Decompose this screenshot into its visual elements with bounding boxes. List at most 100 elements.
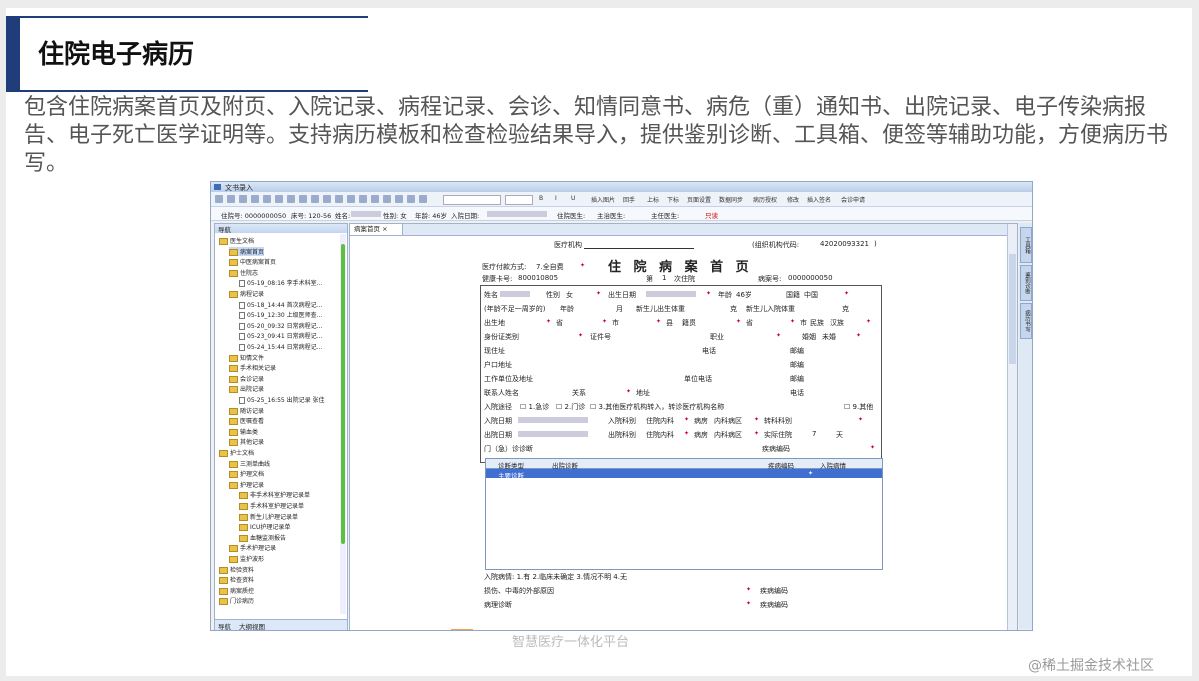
tree-item[interactable]: 病程记录 [229, 289, 264, 298]
age-value[interactable]: 46岁 [736, 290, 752, 300]
tree-item[interactable]: 三测单曲线 [229, 459, 270, 468]
marriage-value[interactable]: 未婚 [822, 332, 836, 342]
tree-item[interactable]: 其他记录 [229, 437, 264, 447]
discharge-dept[interactable]: 住院内科 [646, 430, 674, 440]
lock-icon[interactable] [347, 195, 355, 203]
tree-item[interactable]: 05-20_09:32 日常病程记... [239, 321, 322, 330]
delete-icon[interactable] [251, 195, 259, 203]
tree-item[interactable]: 手术相关记录 [229, 363, 276, 373]
case-no[interactable]: 0000000050 [788, 274, 833, 282]
tree-item[interactable]: 输血类 [229, 427, 258, 436]
tree-item[interactable]: 中医病案首页 [229, 257, 276, 267]
tree-item[interactable]: 病案首页 [229, 246, 265, 256]
tree-item[interactable]: 新生儿护理记录单 [239, 512, 298, 521]
italic-button[interactable]: I [555, 195, 557, 202]
tree-item[interactable]: ICU护理记录单 [239, 522, 290, 532]
tree-item[interactable]: 会诊记录 [229, 374, 264, 383]
image-icon[interactable] [395, 195, 403, 203]
tree-item[interactable]: 05-19_12:30 上级医师查... [239, 310, 322, 320]
tree-item[interactable]: 出院记录 [229, 384, 264, 394]
tree-item[interactable]: 医生文档 [219, 236, 254, 245]
table-icon[interactable] [383, 195, 391, 203]
nation-value[interactable]: 中国 [804, 290, 818, 300]
font-icon[interactable] [419, 195, 427, 203]
redo-icon[interactable] [311, 195, 319, 203]
tree-item[interactable]: 检查资料 [219, 575, 254, 585]
settings-icon[interactable] [359, 195, 367, 203]
ward-value[interactable]: 内科病区 [714, 416, 742, 426]
toolbar-insert-sign[interactable]: 插入签名 [807, 195, 831, 204]
tree-item-label: 手术科室护理记录单 [250, 503, 305, 510]
route-other[interactable]: ☐ 9.其他 [844, 402, 873, 412]
doc-scroll-thumb[interactable] [1009, 254, 1016, 364]
tree-item[interactable]: 05-19_08:16 李手术科室... [239, 278, 322, 288]
print-icon[interactable] [239, 195, 247, 203]
toolbar-page-setup[interactable]: 页面设置 [687, 195, 711, 204]
tree-item[interactable]: 医嘱查看 [229, 416, 264, 426]
tree-item[interactable]: 血糖监测报告 [239, 533, 286, 542]
zoom-icon[interactable] [335, 195, 343, 203]
save-icon[interactable] [227, 195, 235, 203]
tree-item[interactable]: 住院志 [229, 268, 258, 277]
format-icon[interactable] [407, 195, 415, 203]
undo-icon[interactable] [299, 195, 307, 203]
gender-value[interactable]: 女 [566, 290, 573, 300]
tab-case-front[interactable]: 病案首页 × [350, 224, 403, 235]
copy-icon[interactable] [263, 195, 271, 203]
tab-outline[interactable]: 大纲视图 [239, 621, 265, 630]
route-other-label: 9.其他 [852, 403, 874, 411]
template-icon[interactable] [371, 195, 379, 203]
table-row[interactable]: 主要诊断 ✦ [486, 469, 882, 480]
tree-item[interactable]: 05-25_16:55 出院记录 张佳 [239, 395, 325, 404]
health-card[interactable]: 800010805 [518, 274, 558, 282]
tree-item[interactable]: 护理记录 [229, 480, 264, 489]
tree-item[interactable]: 护士文档 [219, 448, 254, 457]
nav-scroll-thumb[interactable] [341, 244, 345, 544]
tree-item[interactable]: 知情文件 [229, 353, 264, 362]
tab-differential[interactable]: 鉴别诊断 [1020, 265, 1032, 301]
toolbar-authorize[interactable]: 病历授权 [753, 195, 777, 204]
toolbar-subscript[interactable]: 下标 [667, 195, 679, 204]
tree-item[interactable]: 门诊病历 [219, 596, 254, 606]
font-select[interactable] [443, 195, 501, 205]
admit-dept[interactable]: 住院内科 [646, 416, 674, 426]
toolbar-undo[interactable]: 回手 [623, 195, 635, 204]
cut-icon[interactable] [287, 195, 295, 203]
toolbar-superscript[interactable]: 上标 [647, 195, 659, 204]
tree-item[interactable]: 手术护理记录 [229, 543, 276, 553]
tab-nav[interactable]: 导航 [218, 621, 231, 630]
tree-item[interactable]: 05-18_14:44 首次病程记... [239, 300, 322, 309]
new-icon[interactable] [215, 195, 223, 203]
ethnic-value[interactable]: 汉族 [830, 318, 844, 328]
tab-writing[interactable]: 病历书写 [1020, 303, 1032, 339]
pay-value[interactable]: 7.全自费 [536, 262, 564, 272]
tree-item[interactable]: 随访记录 [229, 406, 264, 415]
actual-days[interactable]: 7 [812, 430, 816, 438]
tree-item[interactable]: 检验资料 [219, 565, 254, 574]
bold-button[interactable]: B [539, 195, 543, 202]
times-value[interactable]: 1 [662, 274, 666, 282]
toolbar-insert-image[interactable]: 插入图片 [591, 195, 615, 204]
find-icon[interactable] [323, 195, 331, 203]
tree-item[interactable]: 监护波形 [229, 554, 264, 563]
toolbar-consult[interactable]: 会诊申请 [841, 195, 865, 204]
tree-item[interactable]: 手术科室护理记录单 [239, 501, 304, 510]
tree-item[interactable]: 病案质控 [219, 586, 254, 595]
font-size-select[interactable] [505, 195, 533, 205]
toolbar-data-sync[interactable]: 数据同步 [719, 195, 743, 204]
paste-icon[interactable] [275, 195, 283, 203]
tree-item[interactable]: 非手术科室护理记录单 [239, 490, 310, 500]
tree-item[interactable]: 05-24_15:44 日常病程记... [239, 342, 322, 351]
route-outpatient[interactable]: ☐ 2.门诊 [556, 402, 585, 412]
toolbar-modify[interactable]: 修改 [787, 195, 799, 204]
route-transfer[interactable]: ☐ 3.其他医疗机构转入，转诊医疗机构名称 [590, 402, 724, 412]
ward2-value[interactable]: 内科病区 [714, 430, 742, 440]
nav-scrollbar[interactable] [340, 234, 346, 614]
tree-item[interactable]: 护理文档 [229, 469, 264, 479]
route-emergency[interactable]: ☐ 1.急诊 [520, 402, 549, 412]
doc-scrollbar[interactable] [1007, 224, 1017, 630]
org-field[interactable] [584, 248, 694, 249]
underline-button[interactable]: U [571, 195, 575, 202]
tree-item[interactable]: 05-23_09:41 日常病程记... [239, 331, 322, 341]
tab-toolbox[interactable]: 工具箱 [1020, 227, 1032, 263]
